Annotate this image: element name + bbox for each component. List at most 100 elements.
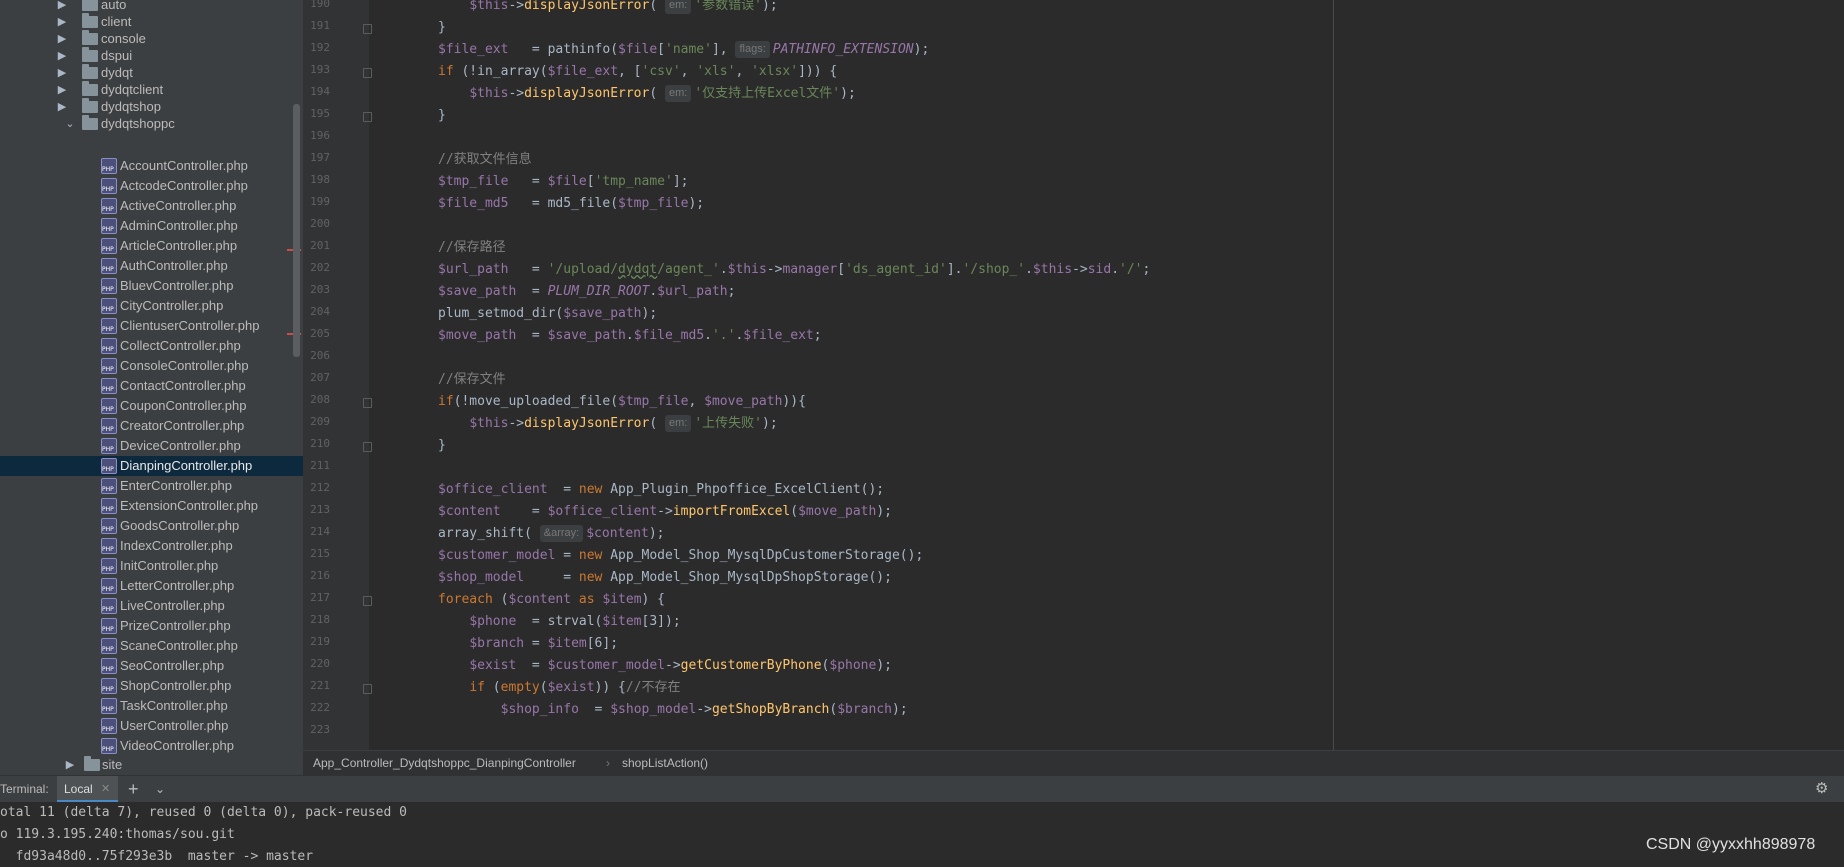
line-number: 208	[310, 393, 330, 406]
tree-file[interactable]: CollectController.php	[0, 336, 303, 356]
fold-marker-icon[interactable]	[363, 398, 372, 408]
gear-icon[interactable]: ⚙	[1815, 776, 1828, 802]
terminal-tab-label[interactable]: Local	[64, 776, 93, 802]
code-comment[interactable]: //保存文件	[438, 369, 506, 391]
chevron-down-icon[interactable]: ⌄	[155, 776, 165, 802]
line-number: 198	[310, 173, 330, 186]
tree-file[interactable]: DianpingController.php	[0, 456, 303, 476]
tree-file[interactable]: VideoController.php	[0, 736, 303, 756]
fold-marker-icon[interactable]	[363, 684, 372, 694]
breadcrumb-method[interactable]: shopListAction()	[622, 751, 708, 775]
tree-file[interactable]: CouponController.php	[0, 396, 303, 416]
tree-file[interactable]: ActcodeController.php	[0, 176, 303, 196]
code-line[interactable]: array_shift( &array: $content);	[438, 523, 665, 545]
tree-file[interactable]: CityController.php	[0, 296, 303, 316]
fold-marker-icon[interactable]	[363, 442, 372, 452]
tree-file[interactable]: ActiveController.php	[0, 196, 303, 216]
tree-file[interactable]: DeviceController.php	[0, 436, 303, 456]
tree-file-label: ShopController.php	[120, 678, 232, 693]
code-line[interactable]: if(!move_uploaded_file($tmp_file, $move_…	[438, 391, 806, 413]
close-icon[interactable]: ✕	[101, 776, 110, 802]
code-line[interactable]: $content = $office_client->importFromExc…	[438, 501, 892, 523]
php-file-icon	[101, 278, 117, 294]
tree-folder-dydqtshoppc[interactable]: ⌄ dydqtshoppc	[0, 114, 303, 134]
fold-marker-icon[interactable]	[363, 596, 372, 606]
fold-marker-icon[interactable]	[363, 112, 372, 122]
code-line[interactable]: }	[438, 17, 446, 39]
line-number: 222	[310, 701, 330, 714]
code-line[interactable]: $shop_info = $shop_model->getShopByBranc…	[438, 699, 908, 721]
code-line[interactable]: plum_setmod_dir($save_path);	[438, 303, 657, 325]
fold-marker-icon[interactable]	[363, 68, 372, 78]
terminal-output[interactable]: otal 11 (delta 7), reused 0 (delta 0), p…	[0, 802, 1844, 867]
param-hint: em:	[665, 415, 692, 432]
code-line[interactable]: $save_path = PLUM_DIR_ROOT.$url_path;	[438, 281, 735, 303]
tree-file-label: ArticleController.php	[120, 238, 238, 253]
tree-file[interactable]: PrizeController.php	[0, 616, 303, 636]
line-number: 211	[310, 459, 330, 472]
tree-file[interactable]: ExtensionController.php	[0, 496, 303, 516]
terminal-line: otal 11 (delta 7), reused 0 (delta 0), p…	[0, 805, 407, 820]
code-line[interactable]: $this->displayJsonError( em: '上传失败');	[438, 413, 778, 435]
line-number: 206	[310, 349, 330, 362]
tree-file[interactable]: SeoController.php	[0, 656, 303, 676]
code-editor[interactable]: 190 191 192 193 194 195 196 197 198 199 200 201 202 2…	[303, 0, 1844, 750]
tree-file[interactable]: ShopController.php	[0, 676, 303, 696]
tree-file[interactable]: UserController.php	[0, 716, 303, 736]
tree-file[interactable]: LetterController.php	[0, 576, 303, 596]
tree-file[interactable]: InitController.php	[0, 556, 303, 576]
code-line[interactable]: $file_ext = pathinfo($file['name'], flag…	[438, 39, 929, 61]
code-comment[interactable]: //保存路径	[438, 237, 506, 259]
chevron-right-icon[interactable]: ▶	[64, 755, 76, 775]
tree-file[interactable]: ClientuserController.php	[0, 316, 303, 336]
tree-file[interactable]: ContactController.php	[0, 376, 303, 396]
tree-file[interactable]: ConsoleController.php	[0, 356, 303, 376]
tree-file[interactable]: EnterController.php	[0, 476, 303, 496]
tree-file[interactable]: GoodsController.php	[0, 516, 303, 536]
code-line[interactable]: }	[438, 435, 446, 457]
tree-file[interactable]: TaskController.php	[0, 696, 303, 716]
tree-file[interactable]: IndexController.php	[0, 536, 303, 556]
plus-icon[interactable]: +	[128, 776, 139, 802]
tree-folder-site[interactable]: ▶ site	[0, 755, 303, 775]
line-number: 214	[310, 525, 330, 538]
tree-file[interactable]: AuthController.php	[0, 256, 303, 276]
code-line[interactable]: if (!in_array($file_ext, ['csv', 'xls', …	[438, 61, 837, 83]
code-line[interactable]: $this->displayJsonError( em: '仅支持上传Excel文…	[438, 83, 856, 105]
breadcrumb-class[interactable]: App_Controller_Dydqtshoppc_DianpingContr…	[313, 751, 576, 775]
code-line[interactable]: $exist = $customer_model->getCustomerByP…	[438, 655, 892, 677]
fold-marker-icon[interactable]	[363, 24, 372, 34]
tree-file[interactable]: AccountController.php	[0, 156, 303, 176]
line-number: 194	[310, 85, 330, 98]
tree-scrollbar[interactable]	[293, 104, 300, 357]
tree-file[interactable]: ArticleController.php	[0, 236, 303, 256]
code-line[interactable]: $office_client = new App_Plugin_Phpoffic…	[438, 479, 884, 501]
code-line[interactable]: $tmp_file = $file['tmp_name'];	[438, 171, 689, 193]
tree-file[interactable]: CreatorController.php	[0, 416, 303, 436]
code-line[interactable]: foreach ($content as $item) {	[438, 589, 665, 611]
code-line[interactable]: }	[438, 105, 446, 127]
code-line[interactable]: $phone = strval($item[3]);	[438, 611, 680, 633]
php-file-icon	[101, 638, 117, 654]
code-line[interactable]: $file_md5 = md5_file($tmp_file);	[438, 193, 704, 215]
line-number: 213	[310, 503, 330, 516]
code-line[interactable]: if (empty($exist)) {//不存在	[438, 677, 680, 699]
php-file-icon	[101, 258, 117, 274]
php-file-icon	[101, 158, 117, 174]
code-comment[interactable]: //获取文件信息	[438, 149, 532, 171]
tree-file-label: GoodsController.php	[120, 518, 240, 533]
line-number: 221	[310, 679, 330, 692]
tree-file[interactable]: BluevController.php	[0, 276, 303, 296]
code-line[interactable]: $branch = $item[6];	[438, 633, 618, 655]
tree-file[interactable]: AdminController.php	[0, 216, 303, 236]
tree-file[interactable]: LiveController.php	[0, 596, 303, 616]
code-line[interactable]: $shop_model = new App_Model_Shop_MysqlDp…	[438, 567, 892, 589]
tree-file[interactable]: ScaneController.php	[0, 636, 303, 656]
folder-icon	[84, 756, 100, 771]
code-line[interactable]: $move_path = $save_path.$file_md5.'.'.$f…	[438, 325, 822, 347]
code-line[interactable]: $customer_model = new App_Model_Shop_Mys…	[438, 545, 923, 567]
chevron-down-icon[interactable]: ⌄	[64, 114, 76, 134]
project-tree[interactable]: ▶ auto ▶ client ▶ console ▶ dspui ▶ dydq…	[0, 0, 303, 775]
code-line[interactable]: $this->displayJsonError( em: '参数错误');	[438, 0, 778, 17]
code-line[interactable]: $url_path = '/upload/dydqt/agent_'.$this…	[438, 259, 1150, 281]
